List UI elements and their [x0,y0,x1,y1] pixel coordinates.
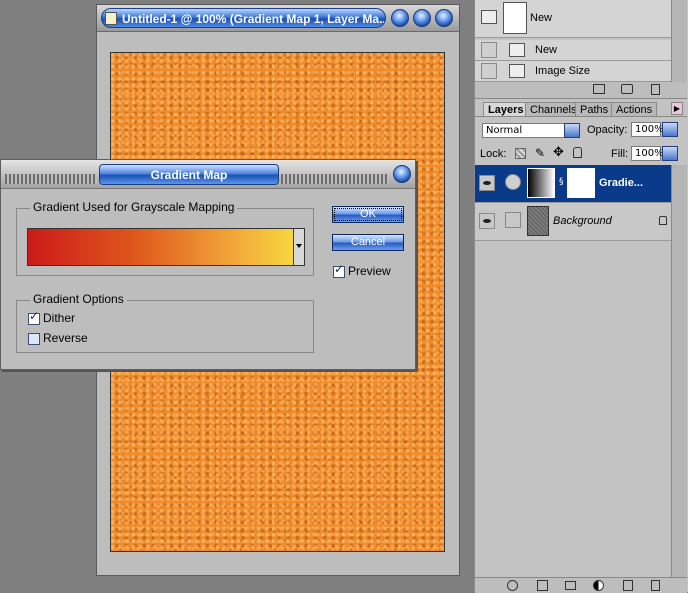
titlebar-grip [5,174,97,184]
tab-layers[interactable]: Layers [483,102,529,116]
opacity-slider-button[interactable] [662,122,678,137]
history-source-checkbox[interactable] [481,42,497,58]
options-group-label: Gradient Options [30,292,127,306]
lock-label: Lock: [480,148,507,160]
fill-input[interactable]: 100% [631,146,664,161]
history-item-new[interactable]: New [475,40,671,61]
tab-channels[interactable]: Channels [525,102,582,116]
options-group-box [16,300,314,353]
dialog-titlebar[interactable]: Gradient Map [1,160,415,189]
trash-icon[interactable] [651,580,660,591]
lock-icon [659,216,667,225]
layer-row-gradient-map[interactable]: § Gradie... [475,165,671,203]
dither-checkbox[interactable]: ✓ [28,309,40,325]
minimize-button[interactable] [391,9,409,27]
history-source-checkbox[interactable] [481,63,497,79]
snapshot-thumbnail [503,2,527,34]
document-title-pill: Untitled-1 @ 100% (Gradient Map 1, Layer… [101,8,386,28]
trash-icon[interactable] [651,84,660,95]
gradient-map-dialog: Gradient Map Gradient Used for Grayscale… [0,159,416,370]
tab-actions[interactable]: Actions [611,102,658,116]
history-state-icon [509,64,525,78]
layer-name[interactable]: Gradie... [599,177,643,189]
fill-slider-button[interactable] [662,146,678,161]
visibility-eye-icon[interactable] [479,213,495,229]
layer-mask-thumbnail[interactable] [567,168,595,198]
layer-link-box[interactable] [505,212,521,228]
snapshot-brush-icon [481,10,497,24]
layers-toolbar [475,577,687,593]
opacity-input[interactable]: 100% [631,122,664,137]
background-thumbnail [527,206,549,236]
layers-scrollbar[interactable] [671,165,687,577]
cancel-button[interactable]: Cancel [332,234,404,251]
tab-paths[interactable]: Paths [575,102,614,116]
adjustment-layer-icon[interactable] [593,580,604,591]
folder-icon[interactable] [565,581,576,590]
gradient-picker[interactable] [27,228,305,266]
reverse-checkbox[interactable] [28,333,40,345]
add-mask-icon[interactable] [537,580,548,591]
gradient-thumbnail [527,168,555,198]
adjustment-layer-icon [505,174,521,190]
dialog-close-button[interactable] [393,165,411,183]
dialog-title: Gradient Map [150,168,228,182]
visibility-eye-icon[interactable] [479,175,495,191]
document-title: Untitled-1 @ 100% (Gradient Map 1, Layer… [122,12,384,26]
fill-label: Fill: [611,148,629,160]
preview-label[interactable]: Preview [348,264,391,278]
preview-checkbox[interactable]: ✓ [333,262,345,278]
dialog-title-pill: Gradient Map [99,164,279,185]
lock-move-icon[interactable]: ✥ [553,145,564,160]
new-document-icon[interactable] [593,84,605,94]
new-layer-icon[interactable] [623,580,633,591]
lock-transparency-icon[interactable] [515,148,526,159]
lock-brush-icon[interactable]: ✎ [535,146,545,160]
reverse-label[interactable]: Reverse [43,331,88,345]
maximize-button[interactable] [413,9,431,27]
dither-label[interactable]: Dither [43,311,75,325]
document-icon [105,12,117,25]
blend-mode-dropdown-arrow[interactable] [564,123,580,138]
titlebar-grip [281,174,389,184]
history-snapshot-row[interactable]: New [475,0,671,38]
history-item-image-size[interactable]: Image Size [475,61,671,82]
checkmark-icon: ✓ [334,262,345,276]
history-state-icon [509,43,525,57]
history-item-label: Image Size [535,65,591,77]
layer-style-icon[interactable] [507,580,518,591]
document-titlebar[interactable]: Untitled-1 @ 100% (Gradient Map 1, Layer… [97,5,459,32]
history-item-label: New [530,12,553,24]
panels-dock: New New Image Size Layers Channels Paths… [474,0,688,593]
history-scrollbar[interactable] [671,0,687,82]
lock-all-icon[interactable] [573,147,582,158]
camera-icon[interactable] [621,84,633,94]
close-button[interactable] [435,9,453,27]
ok-button[interactable]: OK [332,206,404,223]
blend-mode-select[interactable]: Normal [482,123,572,138]
checkmark-icon: ✓ [29,309,40,323]
tabs-divider [475,116,687,117]
gradient-dropdown-arrow[interactable] [293,229,304,265]
history-toolbar [475,82,687,99]
layer-name[interactable]: Background [553,215,612,227]
history-item-label: New [535,44,558,56]
opacity-label: Opacity: [587,124,628,136]
gradient-group-label: Gradient Used for Grayscale Mapping [30,200,238,214]
panel-menu-arrow-icon[interactable]: ▶ [671,102,683,115]
chain-link-icon[interactable]: § [559,177,564,187]
layer-row-background[interactable]: Background [475,203,671,241]
